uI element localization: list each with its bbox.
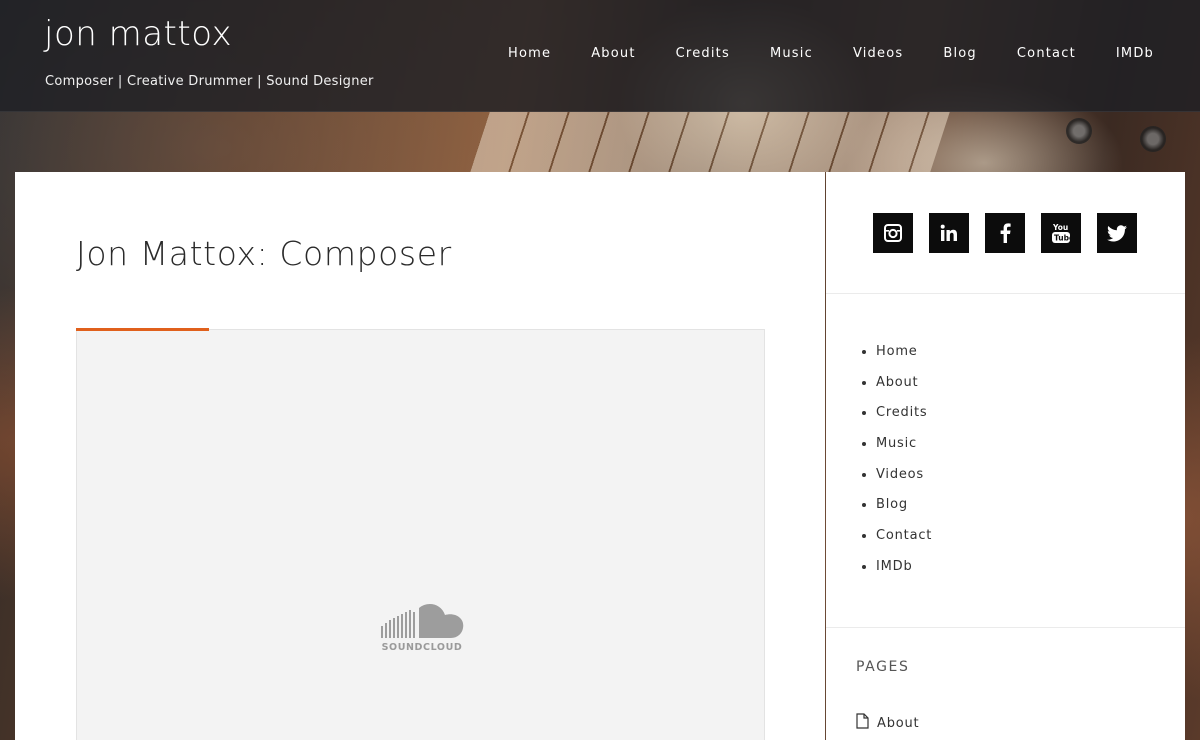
sidebar-link[interactable]: Credits	[876, 405, 927, 420]
site-tagline: Composer | Creative Drummer | Sound Desi…	[45, 74, 374, 89]
sidebar-divider	[826, 627, 1185, 628]
sidebar-menu: Home About Credits Music Videos Blog Con…	[876, 344, 932, 590]
instagram-icon[interactable]	[873, 213, 913, 253]
nav-videos[interactable]: Videos	[853, 46, 903, 61]
pages-item-about[interactable]: About	[856, 713, 919, 733]
sidebar-item-contact: Contact	[876, 528, 932, 559]
sidebar-link[interactable]: Home	[876, 344, 918, 359]
pages-widget-title: PAGES	[856, 659, 910, 675]
nav-about[interactable]: About	[591, 46, 635, 61]
nav-home[interactable]: Home	[508, 46, 551, 61]
sidebar-item-blog: Blog	[876, 497, 932, 528]
page-title: Jon Mattox: Composer	[76, 234, 452, 273]
sidebar: You Tube Home About Credits Music Videos …	[826, 172, 1185, 740]
site-title[interactable]: jon mattox	[44, 14, 232, 54]
soundcloud-embed[interactable]: SOUNDCLOUD	[76, 329, 765, 740]
background-keyboard	[470, 112, 950, 172]
linkedin-icon[interactable]	[929, 213, 969, 253]
soundcloud-icon: SOUNDCLOUD	[377, 602, 467, 662]
facebook-icon[interactable]	[985, 213, 1025, 253]
sidebar-item-videos: Videos	[876, 467, 932, 498]
content-area: Jon Mattox: Composer SOUNDCLOUD	[15, 172, 825, 740]
soundcloud-logo-text: SOUNDCLOUD	[381, 642, 463, 653]
title-accent-line	[76, 328, 209, 331]
sidebar-item-about: About	[876, 375, 932, 406]
nav-imdb[interactable]: IMDb	[1116, 46, 1154, 61]
sidebar-item-music: Music	[876, 436, 932, 467]
sidebar-item-imdb: IMDb	[876, 559, 932, 590]
nav-credits[interactable]: Credits	[676, 46, 730, 61]
sidebar-divider	[826, 293, 1185, 294]
pages-item-label: About	[877, 715, 920, 731]
background-knob	[1140, 126, 1166, 152]
background-knob	[1066, 118, 1092, 144]
nav-contact[interactable]: Contact	[1017, 46, 1076, 61]
sidebar-link[interactable]: Blog	[876, 497, 908, 512]
social-links: You Tube	[873, 213, 1137, 253]
sidebar-item-home: Home	[876, 344, 932, 375]
nav-music[interactable]: Music	[770, 46, 813, 61]
sidebar-link[interactable]: About	[876, 375, 918, 390]
youtube-icon[interactable]: You Tube	[1041, 213, 1081, 253]
svg-text:You: You	[1052, 223, 1068, 232]
sidebar-link[interactable]: Music	[876, 436, 917, 451]
twitter-icon[interactable]	[1097, 213, 1137, 253]
sidebar-link[interactable]: Videos	[876, 467, 924, 482]
sidebar-link[interactable]: IMDb	[876, 559, 913, 574]
sidebar-item-credits: Credits	[876, 405, 932, 436]
page-icon	[856, 713, 869, 733]
nav-blog[interactable]: Blog	[943, 46, 977, 61]
main-nav: Home About Credits Music Videos Blog Con…	[508, 46, 1154, 61]
svg-text:Tube: Tube	[1054, 234, 1071, 243]
site-header: jon mattox Composer | Creative Drummer |…	[0, 0, 1200, 112]
sidebar-link[interactable]: Contact	[876, 528, 932, 543]
